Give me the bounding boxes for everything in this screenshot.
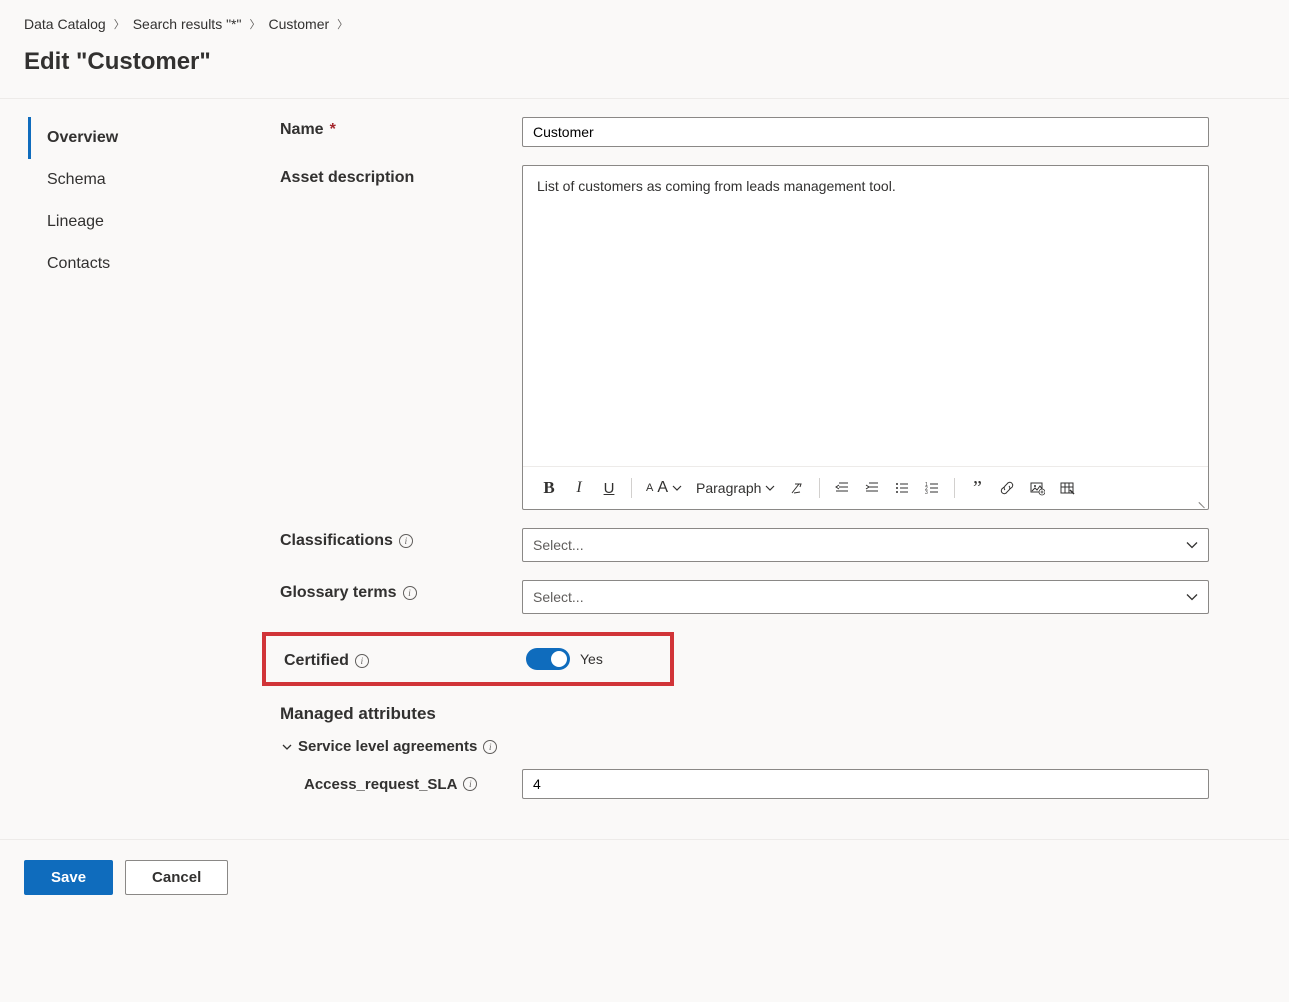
certified-highlight-box: Certified i Yes: [262, 632, 674, 686]
breadcrumb-item-catalog[interactable]: Data Catalog: [24, 16, 106, 32]
save-button[interactable]: Save: [24, 860, 113, 895]
page-title: Edit "Customer": [0, 40, 1289, 99]
number-list-icon[interactable]: 123: [918, 473, 946, 503]
resize-handle[interactable]: [1195, 496, 1207, 508]
info-icon[interactable]: i: [399, 534, 413, 548]
name-input[interactable]: [522, 117, 1209, 147]
name-label: Name*: [280, 117, 522, 139]
chevron-down-icon: [1186, 593, 1198, 601]
footer: Save Cancel: [0, 839, 1289, 915]
sla-section-header[interactable]: Service level agreements i: [282, 738, 1209, 755]
bullet-list-icon[interactable]: [888, 473, 916, 503]
certified-value: Yes: [580, 651, 603, 667]
editor-toolbar: B I U AA Paragraph: [523, 466, 1208, 509]
underline-icon[interactable]: U: [595, 473, 623, 503]
info-icon[interactable]: i: [463, 777, 477, 791]
chevron-right-icon: 〉: [114, 16, 125, 32]
form-panel: Name* Asset description List of customer…: [260, 117, 1289, 839]
sidebar: Overview Schema Lineage Contacts: [0, 117, 260, 839]
paragraph-dropdown[interactable]: Paragraph: [690, 473, 781, 503]
quote-icon[interactable]: ”: [963, 473, 991, 503]
chevron-right-icon: 〉: [337, 16, 348, 32]
description-label: Asset description: [280, 165, 522, 187]
sla-attr-input[interactable]: [522, 769, 1209, 799]
chevron-right-icon: 〉: [249, 16, 260, 32]
outdent-icon[interactable]: [828, 473, 856, 503]
tab-schema[interactable]: Schema: [28, 159, 252, 201]
indent-icon[interactable]: [858, 473, 886, 503]
certified-toggle[interactable]: [526, 648, 570, 670]
tab-overview[interactable]: Overview: [28, 117, 252, 159]
bold-icon[interactable]: B: [535, 473, 563, 503]
certified-label: Certified i: [266, 648, 526, 670]
table-icon[interactable]: [1053, 473, 1081, 503]
cancel-button[interactable]: Cancel: [125, 860, 228, 895]
svg-text:3: 3: [925, 490, 928, 496]
glossary-select[interactable]: Select...: [522, 580, 1209, 614]
tab-contacts[interactable]: Contacts: [28, 243, 252, 285]
info-icon[interactable]: i: [483, 740, 497, 754]
clear-format-icon[interactable]: [783, 473, 811, 503]
classifications-label: Classifications i: [280, 528, 522, 550]
breadcrumb: Data Catalog 〉 Search results "*" 〉 Cust…: [0, 0, 1289, 40]
breadcrumb-item-search[interactable]: Search results "*": [133, 16, 242, 32]
glossary-label: Glossary terms i: [280, 580, 522, 602]
classifications-select[interactable]: Select...: [522, 528, 1209, 562]
managed-attributes-heading: Managed attributes: [280, 704, 1209, 724]
sla-attr-label: Access_request_SLA i: [304, 776, 522, 793]
info-icon[interactable]: i: [355, 654, 369, 668]
separator: [819, 478, 820, 498]
description-editor[interactable]: List of customers as coming from leads m…: [523, 166, 1208, 466]
tab-lineage[interactable]: Lineage: [28, 201, 252, 243]
chevron-down-icon: [1186, 541, 1198, 549]
font-size-button[interactable]: AA: [640, 473, 688, 503]
chevron-down-icon: [282, 743, 292, 751]
info-icon[interactable]: i: [403, 586, 417, 600]
italic-icon[interactable]: I: [565, 473, 593, 503]
breadcrumb-item-customer[interactable]: Customer: [268, 16, 329, 32]
separator: [954, 478, 955, 498]
separator: [631, 478, 632, 498]
image-icon[interactable]: [1023, 473, 1051, 503]
link-icon[interactable]: [993, 473, 1021, 503]
